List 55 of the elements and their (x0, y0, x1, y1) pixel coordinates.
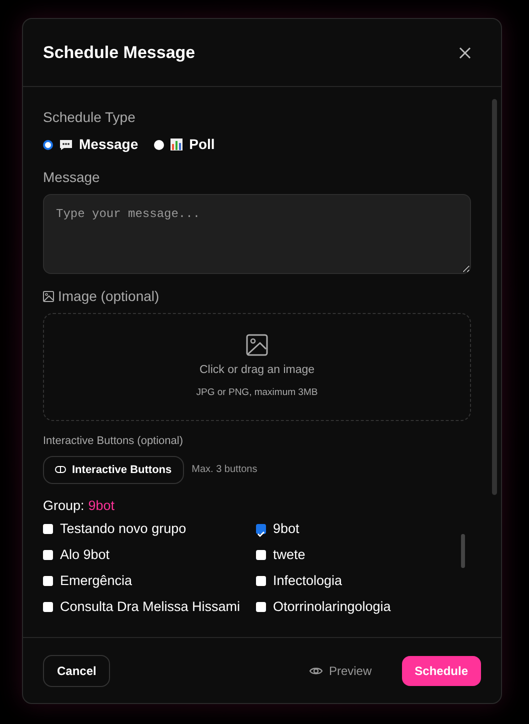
group-option[interactable]: Emergência (43, 572, 256, 590)
scrollbar[interactable] (492, 99, 497, 495)
group-option[interactable]: Alo 9bot (43, 546, 256, 564)
checkbox[interactable] (43, 550, 53, 560)
close-button[interactable] (457, 44, 473, 60)
group-option[interactable]: Testando novo grupo (43, 520, 256, 538)
checkbox[interactable] (43, 524, 53, 534)
interactive-buttons-button[interactable]: Interactive Buttons (43, 456, 184, 484)
option-label: Message (79, 135, 138, 154)
checkbox[interactable] (256, 576, 266, 586)
checkbox[interactable] (43, 576, 53, 586)
radio-button[interactable] (43, 140, 53, 150)
checkbox[interactable] (256, 602, 266, 612)
bar-chart-icon (170, 138, 184, 151)
checkbox[interactable] (43, 602, 53, 612)
preview-button[interactable]: Preview (302, 660, 378, 680)
dropzone-prompt: Click or drag an image (199, 363, 315, 378)
scrollbar[interactable] (461, 534, 465, 568)
option-label: Consulta Dra Melissa Hissami (60, 598, 240, 616)
radio-option[interactable]: Message (43, 134, 138, 155)
checkbox[interactable] (256, 550, 266, 560)
image-icon (246, 334, 268, 356)
group-option[interactable]: Otorrinolaringologia (256, 598, 446, 616)
field-label: Schedule Type (43, 108, 136, 127)
option-label: Infectologia (273, 572, 342, 590)
message-field[interactable]: Type your message... (43, 194, 471, 274)
checkbox[interactable] (256, 524, 266, 534)
group-option[interactable]: Infectologia (256, 572, 446, 590)
button-shape-icon (55, 466, 66, 474)
dialog-title: Schedule Message (43, 42, 196, 64)
dropzone-hint: JPG or PNG, maximum 3MB (196, 386, 318, 400)
group-option[interactable]: Consulta Dra Melissa Hissami (43, 598, 256, 616)
group-value: 9bot (88, 497, 115, 515)
radio-option[interactable]: Poll (154, 134, 215, 155)
group-label: Group: (43, 497, 84, 515)
image-icon (43, 291, 54, 302)
option-label: Otorrinolaringologia (273, 598, 391, 616)
speech-bubble-icon (59, 138, 73, 150)
image-dropzone[interactable]: Click or drag an image JPG or PNG, maximum 3MB (43, 313, 471, 421)
option-label: Emergência (60, 572, 132, 590)
group-option[interactable]: twete (256, 546, 446, 564)
option-label: Testando novo grupo (60, 520, 186, 538)
option-label: twete (273, 546, 306, 564)
field-label: Interactive Buttons (optional) (43, 434, 184, 449)
cancel-button[interactable]: Cancel (43, 654, 110, 686)
field-label: Image (optional) (58, 287, 160, 306)
option-label: Alo 9bot (60, 546, 110, 564)
field-label: Message (43, 168, 101, 187)
group-option[interactable]: 9bot (256, 520, 446, 538)
radio-button[interactable] (154, 140, 164, 150)
eye-icon (308, 666, 323, 676)
option-label: 9bot (273, 520, 300, 538)
button-limit-note: Max. 3 buttons (192, 463, 258, 478)
close-icon (459, 46, 471, 58)
option-label: Poll (189, 135, 215, 154)
